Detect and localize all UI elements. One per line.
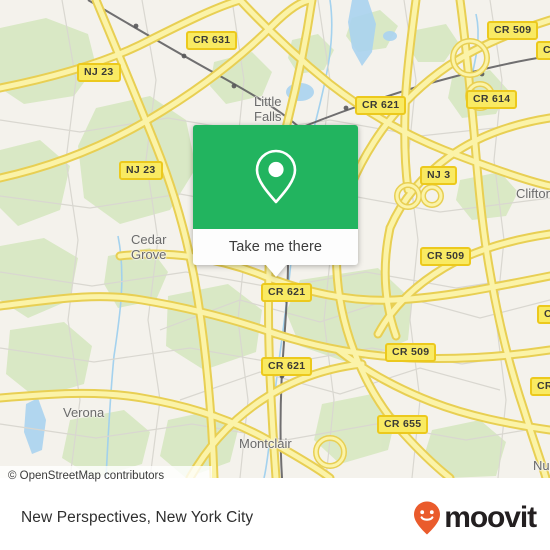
take-me-there-card[interactable]: Take me there [193,125,358,277]
road-shield-nj-23-south[interactable]: NJ 23 [119,161,163,180]
road-shield-cr-6-edge-lower[interactable]: CR 6 [530,377,550,396]
moovit-pin-icon [414,501,441,535]
place-label-clifton: Clifton [516,186,550,201]
road-shield-cr-6-edge-upper[interactable]: CR 6 [537,305,550,324]
take-me-there-label: Take me there [228,239,323,255]
place-label-little-falls: Little Falls [254,94,282,124]
osm-attribution[interactable]: © OpenStreetMap contributors [0,466,212,486]
road-shield-cr-509-edge[interactable]: CR 509 [536,41,550,60]
osm-attribution-text: © OpenStreetMap contributors [8,470,165,482]
road-shield-nj-23[interactable]: NJ 23 [77,63,121,82]
road-shield-cr-509-lower[interactable]: CR 509 [385,343,437,362]
road-shield-cr-655[interactable]: CR 655 [377,415,429,434]
road-shield-cr-621[interactable]: CR 621 [355,96,407,115]
road-shield-cr-631[interactable]: CR 631 [186,31,238,50]
location-title: New Perspectives, New York City [21,509,254,526]
road-shield-cr-614[interactable]: CR 614 [466,90,518,109]
place-label-nutley: Nu [533,458,550,473]
road-shield-nj-3[interactable]: NJ 3 [420,166,458,185]
screen-root: Little Falls Cedar Grove Clifton Verona Mo… [0,0,550,550]
moovit-wordmark: moovit [444,501,537,534]
map-canvas[interactable]: Little Falls Cedar Grove Clifton Verona Mo… [0,0,550,478]
card-image-area [193,125,358,229]
road-shield-cr-509[interactable]: CR 509 [487,21,539,40]
footer-bar: New Perspectives, New York City moovit [0,486,550,550]
place-label-cedar-grove: Cedar Grove [131,232,167,262]
map-pin-icon [255,149,296,204]
place-label-montclair: Montclair [239,436,292,451]
card-pointer-tail [265,264,287,277]
road-shield-cr-621-lower[interactable]: CR 621 [261,357,313,376]
road-shield-cr-621-upper[interactable]: CR 621 [261,283,313,302]
moovit-logo[interactable]: moovit [412,500,537,536]
road-shield-cr-509-mid[interactable]: CR 509 [420,247,472,266]
card-action-area[interactable]: Take me there [193,229,358,265]
place-label-verona: Verona [63,405,105,420]
